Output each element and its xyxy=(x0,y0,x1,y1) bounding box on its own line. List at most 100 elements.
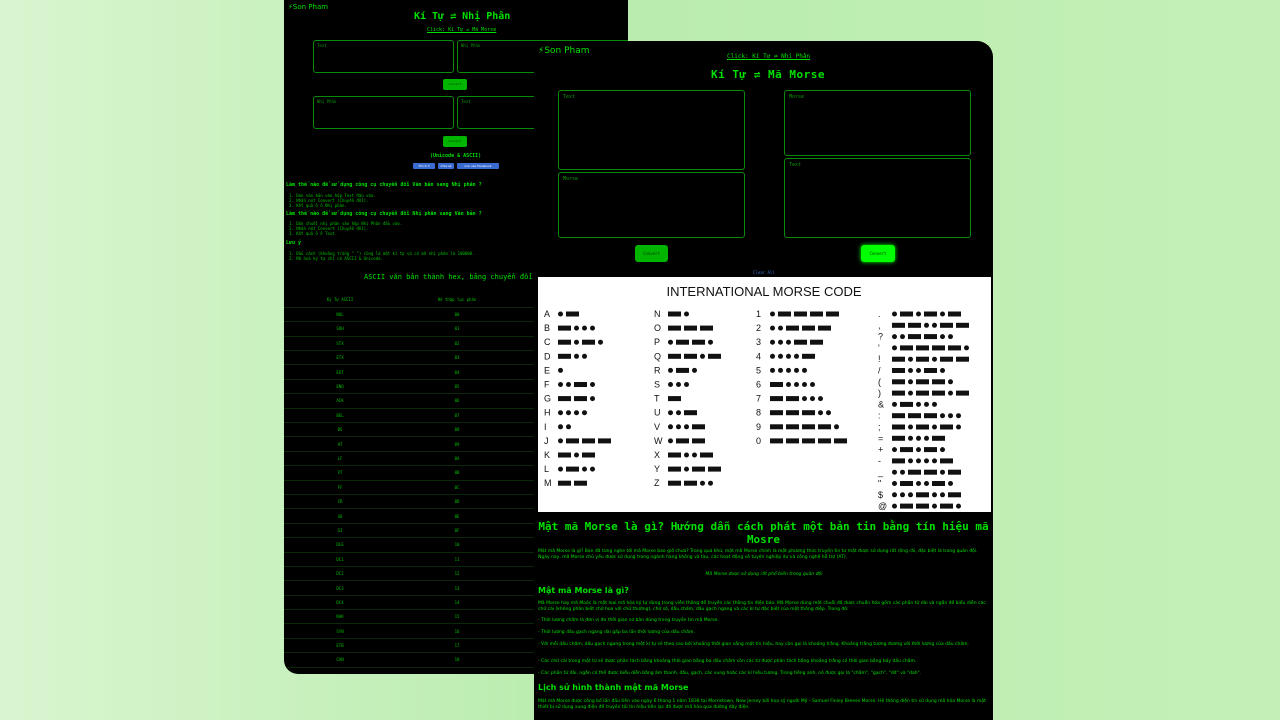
morse-dash xyxy=(818,325,831,331)
morse-dash xyxy=(684,325,697,331)
morse-dash xyxy=(940,424,953,430)
morse-symbol-label: Q xyxy=(654,351,661,361)
like-button[interactable]: Thích 3 xyxy=(413,163,435,169)
morse-dash xyxy=(574,382,587,387)
morse-dot xyxy=(778,339,783,345)
morse-dot xyxy=(684,382,689,387)
convert-to-text-button[interactable]: Convert xyxy=(861,245,895,262)
morse-dot xyxy=(590,396,595,402)
table-header: Ký Tự ASCII xyxy=(284,293,396,308)
text-input-placeholder: Text xyxy=(317,43,327,48)
morse-dot xyxy=(668,438,673,444)
morse-dot xyxy=(558,466,563,472)
text-output-placeholder: Text xyxy=(461,99,471,104)
note-item: 2. Mã hoá ký tự chỉ có ASCII & Unicode. xyxy=(289,256,383,261)
morse-dot xyxy=(932,503,937,509)
logo-text: Son Pham xyxy=(544,46,590,56)
morse-dash xyxy=(700,325,713,331)
morse-dot xyxy=(924,458,929,464)
morse-dash xyxy=(778,311,791,317)
morse-dot xyxy=(786,353,791,359)
switch-to-binary-link[interactable]: Click: Kí Tự ⇌ Nhị Phân xyxy=(727,53,810,60)
morse-dash xyxy=(794,339,807,345)
morse-dot xyxy=(892,481,897,486)
morse-symbol-label: ( xyxy=(878,377,881,387)
binary-input[interactable]: Nhị Phân xyxy=(313,96,454,129)
history-paragraph: Mật mã Morse được công bố lần đầu tiên v… xyxy=(538,699,986,710)
morse-output[interactable]: Morse xyxy=(558,172,745,238)
morse-input[interactable]: Morse xyxy=(784,90,971,156)
morse-dash xyxy=(924,469,937,475)
text-output[interactable]: Text xyxy=(784,158,971,238)
morse-dash xyxy=(676,367,689,373)
ascii-char: FF xyxy=(284,480,396,495)
morse-dot xyxy=(770,339,775,345)
morse-dot xyxy=(558,367,563,373)
morse-symbol-label: V xyxy=(654,422,660,432)
morse-dash xyxy=(940,322,953,328)
morse-dash xyxy=(668,466,681,472)
morse-dash xyxy=(786,410,799,416)
morse-dash xyxy=(900,447,913,453)
morse-dash xyxy=(900,311,913,317)
morse-dot xyxy=(940,413,945,419)
switch-to-morse-link[interactable]: Click: Kí Tự ⇌ Mã Morse xyxy=(427,27,496,33)
morse-symbol-label: , xyxy=(878,320,881,330)
morse-dot xyxy=(916,481,921,486)
morse-dash xyxy=(558,353,571,359)
morse-dot xyxy=(826,410,831,416)
morse-dot xyxy=(794,382,799,387)
convert-button-2[interactable]: Convert xyxy=(443,136,467,147)
morse-symbol-label: O xyxy=(654,323,661,333)
hex-value: 0C xyxy=(396,480,518,495)
ascii-char: VT xyxy=(284,465,396,481)
site-logo[interactable]: ⚡Son Pham xyxy=(538,46,590,56)
morse-dot xyxy=(684,452,689,458)
ascii-char: NUL xyxy=(284,307,396,323)
share-button[interactable]: Chia sẻ xyxy=(438,163,454,169)
morse-dot xyxy=(668,424,673,430)
ascii-char: DC2 xyxy=(284,566,396,582)
morse-code-chart: INTERNATIONAL MORSE CODE ABCDEFGHIJKLM NO… xyxy=(538,277,991,512)
morse-dot xyxy=(802,382,807,387)
morse-symbol-label: 1 xyxy=(756,309,761,319)
morse-dot xyxy=(892,447,897,453)
site-logo[interactable]: ⚡Son Pham xyxy=(288,3,328,11)
morse-symbol-label: D xyxy=(544,351,551,361)
hex-value: 0D xyxy=(396,494,518,510)
text-input[interactable]: Text xyxy=(313,40,454,73)
ascii-char: DC1 xyxy=(284,552,396,567)
ascii-char: CR xyxy=(284,494,396,510)
morse-dot xyxy=(916,311,921,317)
hex-value: 03 xyxy=(396,350,518,366)
morse-dot xyxy=(574,410,579,416)
morse-dash xyxy=(802,438,815,444)
morse-dash xyxy=(668,396,681,402)
text-input[interactable]: Text xyxy=(558,90,745,170)
morse-dash xyxy=(818,424,831,430)
morse-dash xyxy=(770,396,783,402)
morse-dot xyxy=(786,382,791,387)
morse-chart-svg: INTERNATIONAL MORSE CODE ABCDEFGHIJKLM NO… xyxy=(544,284,969,511)
morse-dot xyxy=(892,503,897,509)
convert-button-1[interactable]: Convert xyxy=(443,79,467,90)
morse-dot xyxy=(908,492,913,498)
morse-dot xyxy=(684,424,689,430)
save-facebook-button[interactable]: Lưu vào Facebook xyxy=(457,163,499,169)
bullet-item: - Thời lượng dấu gạch ngang dài gấp ba l… xyxy=(538,630,695,635)
morse-dash xyxy=(668,311,681,317)
morse-dot xyxy=(574,339,579,345)
morse-dot xyxy=(948,413,953,419)
morse-dash xyxy=(900,401,913,407)
ascii-char: SI xyxy=(284,523,396,539)
ascii-char: DC3 xyxy=(284,580,396,596)
morse-dash xyxy=(892,424,905,430)
morse-symbol-label: T xyxy=(654,394,660,404)
clear-all-link[interactable]: Clear All xyxy=(753,270,775,275)
morse-dash xyxy=(834,438,847,444)
morse-dash xyxy=(900,345,913,351)
convert-to-morse-button[interactable]: Convert xyxy=(635,245,668,262)
intro-paragraph: Mật mã Morse là gì? Bạn đã từng nghe tới… xyxy=(538,549,978,560)
morse-dash xyxy=(566,438,579,444)
binary-input-placeholder: Nhị Phân xyxy=(317,99,337,104)
